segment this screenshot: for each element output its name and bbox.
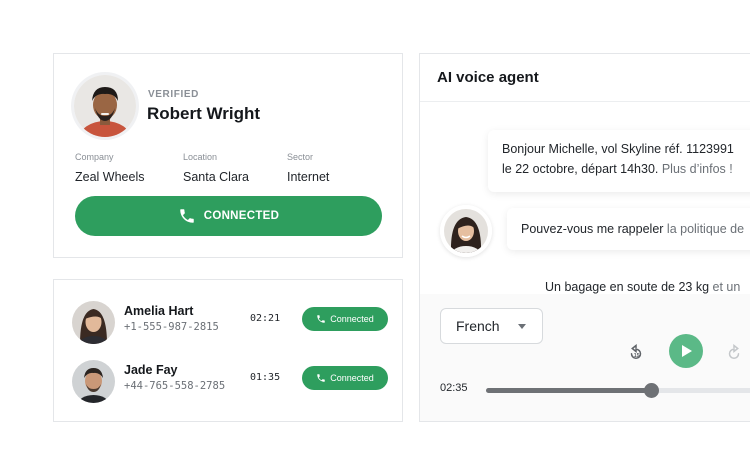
list-item[interactable]: Amelia Hart +1-555-987-2815 02:21 Connec… (54, 297, 402, 347)
message-text-faded: la politique de (663, 222, 745, 236)
list-item[interactable]: Jade Fay +44-765-558-2785 01:35 Connecte… (54, 356, 402, 406)
avatar (72, 301, 115, 344)
caller-name: Amelia Hart (124, 304, 194, 318)
call-duration: 01:35 (250, 372, 281, 383)
panel-title: AI voice agent (437, 69, 539, 86)
recent-calls-list: Amelia Hart +1-555-987-2815 02:21 Connec… (53, 279, 403, 422)
current-time: 02:35 (440, 382, 468, 394)
contact-name: Robert Wright (147, 104, 261, 123)
field-value: Santa Clara (183, 170, 250, 184)
connected-label: CONNECTED (203, 210, 280, 222)
avatar (440, 205, 492, 257)
status-badge[interactable]: Connected (302, 307, 388, 331)
field-value: Zeal Wheels (75, 170, 145, 184)
field-value: Internet (287, 170, 330, 184)
connected-call-button[interactable]: CONNECTED (75, 196, 382, 236)
avatar (74, 75, 136, 137)
agent-message: Bonjour Michelle, vol Skyline réf. 11239… (488, 130, 750, 192)
rewind-15-icon[interactable]: 15 (627, 344, 645, 362)
caller-phone: +44-765-558-2785 (124, 380, 226, 392)
forward-15-icon[interactable] (725, 344, 743, 362)
language-value: French (456, 318, 500, 334)
location-field: Location Santa Clara (183, 152, 249, 184)
progress-handle[interactable] (643, 383, 659, 398)
avatar (72, 360, 115, 403)
phone-icon (179, 209, 194, 223)
progress-fill (486, 388, 651, 393)
caller-name: Jade Fay (124, 363, 178, 377)
caller-phone: +1-555-987-2815 (124, 321, 219, 333)
audio-player: French 15 02:35 (420, 294, 750, 421)
agent-message-partial: Un bagage en soute de 23 kg et un (545, 280, 740, 294)
call-duration: 02:21 (250, 313, 281, 324)
ai-voice-agent-panel: AI voice agent Bonjour Michelle, vol Sky… (419, 53, 750, 422)
company-field: Company Zeal Wheels (75, 152, 144, 184)
message-text-faded: et un (709, 280, 741, 294)
chevron-down-icon (518, 324, 526, 329)
verified-label: VERIFIED (148, 89, 199, 100)
svg-text:15: 15 (634, 353, 640, 359)
field-label: Location (183, 152, 218, 162)
message-text: Pouvez-vous me rappeler (521, 222, 664, 236)
progress-track[interactable] (486, 388, 750, 393)
message-line: Bonjour Michelle, vol Skyline réf. 11239… (502, 142, 734, 156)
panel-header: AI voice agent (420, 54, 750, 102)
message-text: le 22 octobre, départ 14h30. (502, 162, 659, 176)
phone-call-icon (317, 374, 325, 382)
message-text-faded: Plus d’infos ! (658, 162, 733, 176)
language-select[interactable]: French (440, 308, 543, 344)
message-line: le 22 octobre, départ 14h30. Plus d’info… (502, 159, 750, 179)
field-label: Company (75, 152, 114, 162)
status-label: Connected (330, 373, 374, 383)
sector-field: Sector Internet (287, 152, 329, 184)
contact-profile-card: VERIFIED Robert Wright Company Zeal Whee… (53, 53, 403, 258)
phone-call-icon (317, 315, 325, 323)
message-text: Un bagage en soute de 23 kg (545, 280, 710, 294)
status-label: Connected (330, 314, 374, 324)
field-label: Sector (287, 152, 314, 162)
play-button[interactable] (669, 334, 703, 368)
user-message: Pouvez-vous me rappeler la politique de (507, 208, 750, 250)
status-badge[interactable]: Connected (302, 366, 388, 390)
play-icon (682, 345, 692, 357)
